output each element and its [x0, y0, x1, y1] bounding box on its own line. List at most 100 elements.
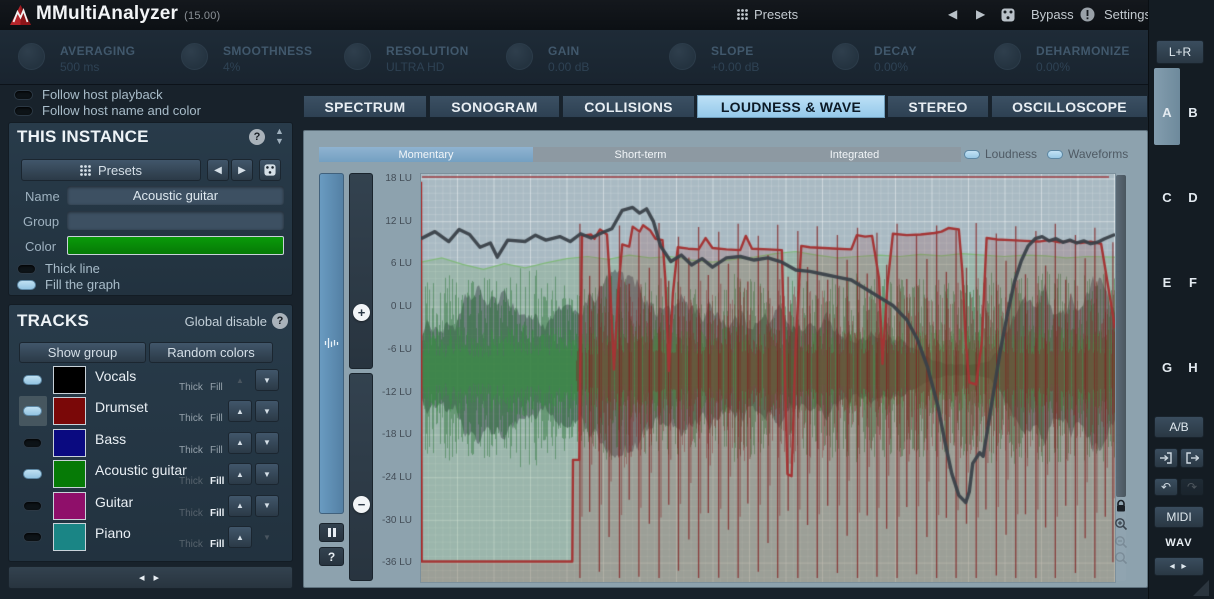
knob-dial[interactable]	[18, 43, 45, 70]
track-enable-toggle[interactable]	[23, 406, 42, 416]
track-fill-label[interactable]: Fill	[210, 539, 224, 550]
track-color-swatch[interactable]	[53, 460, 86, 488]
track-fill-label[interactable]: Fill	[210, 445, 223, 456]
ab-compare-button[interactable]: A/B	[1154, 416, 1204, 438]
mode-momentary[interactable]: Momentary	[319, 147, 533, 162]
knob-gain[interactable]: GAIN0.00 dB	[506, 40, 666, 80]
level-slider[interactable]	[319, 173, 344, 514]
knob-averaging[interactable]: AVERAGING500 ms	[18, 40, 178, 80]
tab-stereo[interactable]: STEREO	[887, 95, 989, 118]
track-move-down-button[interactable]: ▼	[255, 495, 279, 517]
tab-oscilloscope[interactable]: OSCILLOSCOPE	[991, 95, 1148, 118]
track-move-down-button[interactable]: ▼	[255, 369, 279, 391]
zoom-out-icon[interactable]	[1114, 535, 1128, 549]
thick-line-toggle[interactable]: Thick line	[17, 261, 100, 276]
limiter-warning-icon[interactable]	[1080, 7, 1095, 22]
chart-help-button[interactable]: ?	[319, 547, 344, 566]
zoom-out-circle-button[interactable]: −	[353, 496, 370, 513]
redo-icon[interactable]: ↷	[1180, 478, 1204, 496]
mode-short-term[interactable]: Short-term	[533, 147, 748, 162]
sidebar-resize-button[interactable]: ◂ ▸	[1154, 557, 1204, 576]
copy-to-slot-icon[interactable]	[1154, 448, 1178, 468]
tab-collisions[interactable]: COLLISIONS	[562, 95, 695, 118]
undo-icon[interactable]: ↶	[1154, 478, 1178, 496]
slot-d[interactable]: D	[1180, 190, 1206, 205]
knob-dial[interactable]	[344, 43, 371, 70]
instance-presets-button[interactable]: Presets	[21, 159, 201, 181]
slot-h[interactable]: H	[1180, 360, 1206, 375]
knob-resolution[interactable]: RESOLUTIONULTRA HD	[344, 40, 504, 80]
next-preset-button[interactable]: ▶	[976, 7, 985, 21]
slot-f[interactable]: F	[1180, 275, 1206, 290]
loudness-wave-plot[interactable]	[420, 173, 1116, 583]
track-thick-label[interactable]: Thick	[179, 476, 203, 487]
knob-slope[interactable]: SLOPE+0.00 dB	[669, 40, 829, 80]
zoom-track-upper[interactable]: +	[349, 173, 373, 369]
presets-menu-button[interactable]: Presets	[737, 7, 798, 22]
lock-icon[interactable]	[1114, 499, 1128, 513]
track-thick-label[interactable]: Thick	[179, 445, 203, 456]
midi-button[interactable]: MIDI	[1154, 506, 1204, 528]
track-color-swatch[interactable]	[53, 397, 86, 425]
tab-spectrum[interactable]: SPECTRUM	[303, 95, 427, 118]
zoom-in-icon[interactable]	[1114, 517, 1128, 531]
track-fill-label[interactable]: Fill	[210, 413, 223, 424]
track-color-swatch[interactable]	[53, 429, 86, 457]
zoom-fit-icon[interactable]	[1114, 551, 1128, 565]
next-instance-preset-button[interactable]: ▶	[231, 159, 253, 181]
window-resize-grip[interactable]	[1193, 580, 1209, 596]
knob-dial[interactable]	[669, 43, 696, 70]
collapse-panel-icon[interactable]: ▲▼	[275, 126, 284, 146]
track-thick-label[interactable]: Thick	[179, 382, 203, 393]
global-disable-label[interactable]: Global disable	[157, 314, 267, 329]
bypass-button[interactable]: Bypass	[1031, 7, 1074, 22]
left-panel-resize-button[interactable]: ◂ ▸	[8, 566, 293, 589]
this-instance-help-icon[interactable]: ?	[249, 129, 265, 145]
fill-graph-toggle[interactable]: Fill the graph	[17, 277, 120, 292]
track-move-down-button[interactable]: ▼	[255, 432, 279, 454]
paste-from-slot-icon[interactable]	[1180, 448, 1204, 468]
slot-e[interactable]: E	[1154, 275, 1180, 290]
slot-g[interactable]: G	[1154, 360, 1180, 375]
random-instance-preset-button[interactable]	[259, 159, 281, 181]
knob-dial[interactable]	[832, 43, 859, 70]
track-fill-label[interactable]: Fill	[210, 382, 223, 393]
knob-decay[interactable]: DECAY0.00%	[832, 40, 992, 80]
slot-b[interactable]: B	[1180, 105, 1206, 120]
name-field[interactable]: Acoustic guitar	[67, 186, 284, 205]
previous-instance-preset-button[interactable]: ◀	[207, 159, 229, 181]
slot-a[interactable]: A	[1154, 105, 1180, 120]
track-move-up-button[interactable]: ▲	[228, 526, 252, 548]
waveforms-toggle[interactable]: Waveforms	[1047, 147, 1128, 161]
knob-dial[interactable]	[506, 43, 533, 70]
track-enable-toggle[interactable]	[23, 375, 42, 385]
previous-preset-button[interactable]: ◀	[948, 7, 957, 21]
tracks-help-icon[interactable]: ?	[272, 313, 288, 329]
wav-label[interactable]: WAV	[1149, 537, 1209, 549]
track-thick-label[interactable]: Thick	[179, 508, 203, 519]
track-color-swatch[interactable]	[53, 492, 86, 520]
mode-integrated[interactable]: Integrated	[748, 147, 961, 162]
scrollbar-thumb[interactable]	[1116, 175, 1126, 497]
track-color-swatch[interactable]	[53, 523, 86, 551]
track-enable-toggle[interactable]	[23, 532, 42, 542]
track-enable-toggle[interactable]	[23, 469, 42, 479]
tab-loudness-wave[interactable]: LOUDNESS & WAVE	[697, 95, 885, 118]
group-field[interactable]	[67, 211, 284, 230]
track-thick-label[interactable]: Thick	[179, 539, 203, 550]
random-preset-dice-icon[interactable]	[1001, 8, 1015, 22]
pause-button[interactable]	[319, 523, 344, 542]
tab-sonogram[interactable]: SONOGRAM	[429, 95, 560, 118]
knob-deharmonize[interactable]: DEHARMONIZE0.00%	[994, 40, 1154, 80]
color-swatch[interactable]	[67, 236, 284, 255]
track-move-up-button[interactable]: ▲	[228, 432, 252, 454]
show-group-button[interactable]: Show group	[19, 342, 146, 363]
track-thick-label[interactable]: Thick	[179, 413, 203, 424]
channel-mode-button[interactable]: L+R	[1156, 40, 1204, 64]
track-move-up-button[interactable]: ▲	[228, 400, 252, 422]
track-move-up-button[interactable]: ▲	[228, 495, 252, 517]
knob-smoothness[interactable]: SMOOTHNESS4%	[181, 40, 341, 80]
follow-host-name-color-toggle[interactable]: Follow host name and color	[14, 103, 201, 118]
random-colors-button[interactable]: Random colors	[149, 342, 273, 363]
track-enable-toggle[interactable]	[23, 501, 42, 511]
